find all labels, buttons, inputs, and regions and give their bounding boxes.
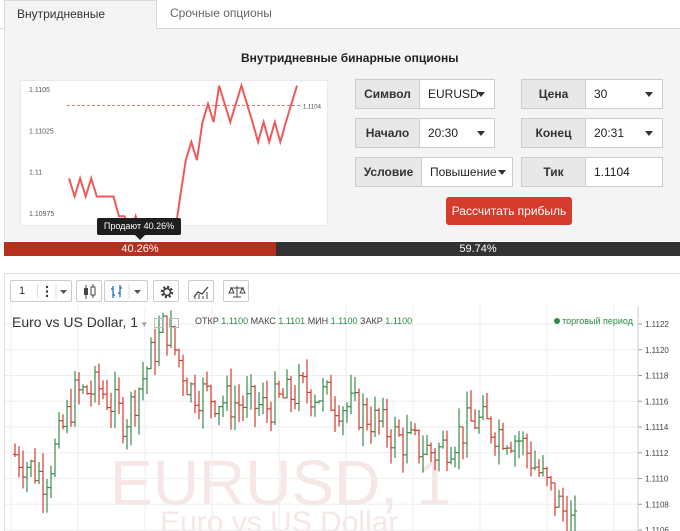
tick-row: Тик 1.1104 [521, 157, 663, 187]
hide-series-icon[interactable] [154, 318, 165, 329]
chart-title-text: Euro vs US Dollar, 1 [12, 314, 139, 330]
candlestick-icon [84, 284, 96, 299]
condition-label: Условие [355, 157, 422, 187]
y-axis-tick-label: 1.1108 [645, 500, 669, 509]
mini-y-tick-label: 1.11 [29, 170, 42, 177]
start-time-value: 20:30 [428, 126, 459, 140]
start-label: Начало [355, 118, 420, 148]
mini-y-tick-label: 1.1105 [29, 87, 50, 94]
mini-price-series [68, 82, 298, 227]
scales-icon [228, 286, 246, 298]
chart-settings-button[interactable] [153, 280, 179, 302]
trading-period-indicator: торговый период [554, 316, 633, 326]
condition-row: Условие Повышение [355, 157, 513, 187]
title-dropdown-icon[interactable]: ▾ [142, 319, 147, 329]
trading-period-label: торговый период [562, 316, 633, 326]
chart-title: Euro vs US Dollar, 1 ▾ [12, 314, 180, 330]
sell-percentage-label: 40.26% [121, 243, 159, 255]
symbol-row: Символ EURUSD [355, 79, 495, 109]
open-value: 1.1100 [221, 316, 249, 326]
tick-label: Тик [521, 157, 586, 187]
y-axis-tick-label: 1.1118 [645, 372, 669, 381]
end-row: Конец 20:31 [521, 118, 663, 148]
tab-term-options[interactable]: Срочные опционы [158, 0, 284, 29]
buy-percentage-label: 59.74% [459, 243, 497, 255]
condition-select[interactable]: Повышение [421, 157, 513, 187]
sell-percentage-bar: 40.26% [4, 242, 276, 256]
end-label: Конец [521, 118, 586, 148]
symbol-label: Символ [355, 79, 420, 109]
y-axis-tick-label: 1.1122 [645, 320, 669, 329]
compare-button[interactable] [223, 280, 249, 302]
symbol-value: EURUSD [428, 87, 479, 101]
price-row: Цена 30 [521, 79, 663, 109]
trading-chart-panel: 1 EURUSD, 1 Euro vs US Dollar 1.1122 1.1… [4, 273, 680, 531]
high-value: 1.1101 [278, 316, 306, 326]
start-row: Начало 20:30 [355, 118, 495, 148]
tick-value: 1.1104 [594, 165, 630, 179]
y-axis-tick-label: 1.1110 [645, 475, 669, 484]
more-vertical-icon [45, 284, 67, 299]
interval-select[interactable]: 1 [10, 280, 72, 302]
price-value: 30 [594, 87, 608, 101]
main-price-chart[interactable]: EURUSD, 1 Euro vs US Dollar 1.1122 1.1120… [5, 306, 680, 531]
buy-percentage-bar: 59.74% [276, 242, 680, 256]
tab-intraday-options[interactable]: Внутридневные опционы [4, 0, 157, 48]
mini-y-tick-label: 1.11025 [29, 128, 54, 135]
indicators-button[interactable] [188, 280, 214, 302]
gear-icon [160, 285, 174, 299]
low-value: 1.1100 [330, 316, 358, 326]
condition-value: Повышение [430, 165, 497, 179]
sell-tooltip: Продают 40.26% [97, 218, 181, 240]
status-dot-icon [554, 318, 561, 324]
panel-title: Внутридневные бинарные опционы [241, 51, 459, 65]
chevron-down-icon [645, 92, 653, 97]
mini-y-tick-label: 1.10975 [29, 211, 54, 218]
last-price-label: 1.1104 [303, 105, 322, 111]
high-label: МАКС [250, 316, 276, 326]
end-time-value: 20:31 [594, 126, 625, 140]
indicators-icon [193, 286, 209, 299]
open-label: ОТКР [195, 316, 219, 326]
ohlc-chart-svg: 1.1122 1.1120 1.1118 1.1116 1.1114 1.1112 1.11… [5, 306, 669, 531]
chart-toolbar: 1 [5, 274, 680, 306]
close-label: ЗАКР [360, 316, 383, 326]
ohlc-bars-icon [111, 284, 141, 299]
y-axis-tick-label: 1.1120 [645, 346, 669, 355]
start-time-select[interactable]: 20:30 [419, 118, 495, 148]
bars-chart-select[interactable] [104, 280, 148, 302]
chevron-down-icon [498, 170, 506, 175]
y-axis-tick-label: 1.1116 [645, 397, 669, 406]
candles-chart-button[interactable] [76, 280, 102, 302]
symbol-select[interactable]: EURUSD [419, 79, 495, 109]
chevron-down-icon [645, 131, 653, 136]
low-label: МИН [307, 316, 329, 326]
y-axis-tick-label: 1.1114 [645, 423, 669, 432]
mini-price-chart: 1.1105 1.11025 1.11 1.10975 1.1104 [20, 80, 328, 227]
ohlc-readout: ОТКР 1.1100 МАКС 1.1101 МИН 1.1100 ЗАКР … [195, 316, 412, 326]
y-axis-tick-label: 1.1112 [645, 449, 669, 458]
price-label: Цена [521, 79, 586, 109]
chevron-down-icon [477, 131, 485, 136]
close-value: 1.1100 [385, 316, 413, 326]
tick-value-field[interactable]: 1.1104 [585, 157, 663, 187]
chevron-down-icon [477, 92, 485, 97]
price-select[interactable]: 30 [585, 79, 663, 109]
tab-bar: Внутридневные опционы Срочные опционы [0, 0, 680, 48]
series-settings-icon[interactable] [169, 318, 180, 329]
mini-chart-svg: 1.1105 1.11025 1.11 1.10975 1.1104 [29, 82, 322, 227]
end-time-select[interactable]: 20:31 [585, 118, 663, 148]
y-axis-tick-label: 1.1106 [645, 526, 669, 531]
calculate-profit-button[interactable]: Рассчитать прибыль [446, 197, 572, 225]
